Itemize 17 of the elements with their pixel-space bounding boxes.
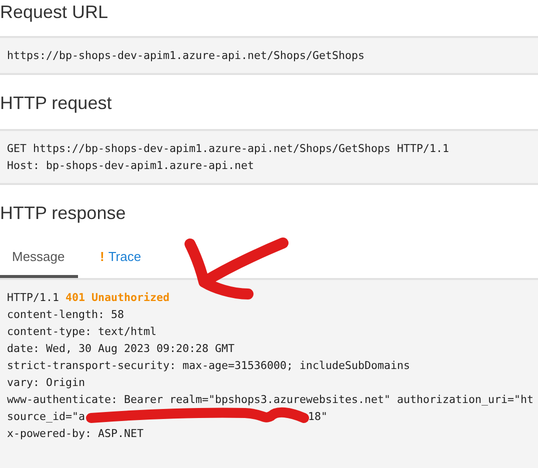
header-line: www-authenticate: Bearer realm="bpshops3.azurewebsites.net" authorization_uri="ht [7, 392, 531, 408]
header-text: 18" [308, 410, 328, 423]
tab[interactable]: ! Trace [84, 239, 162, 278]
header-line: date: Wed, 30 Aug 2023 09:20:28 GMT [7, 341, 236, 357]
request-line: Host: bp-shops-dev-apim1.azure-api.net [7, 158, 256, 174]
header-line: x-powered-by: ASP.NET [7, 426, 145, 442]
section-heading: Request URL [0, 1, 110, 24]
header-line: vary: Origin [7, 375, 86, 391]
status-line: HTTP/1.1 401 Unauthorized [7, 290, 171, 306]
section-heading: HTTP response [0, 202, 127, 225]
header-line: content-type: text/html [7, 324, 158, 340]
header-line: content-length: 58 [7, 307, 126, 323]
header-line: strict-transport-security: max-age=31536000; includeSubDomains [7, 358, 412, 374]
header-text: source_id="a [7, 410, 86, 423]
url-text: https://bp-shops-dev-apim1.azure-api.net/Shops/GetShops [7, 48, 366, 64]
section-heading: HTTP request [0, 92, 113, 115]
request-line: GET https://bp-shops-dev-apim1.azure-api.net/Shops/GetShops HTTP/1.1 [7, 141, 450, 157]
